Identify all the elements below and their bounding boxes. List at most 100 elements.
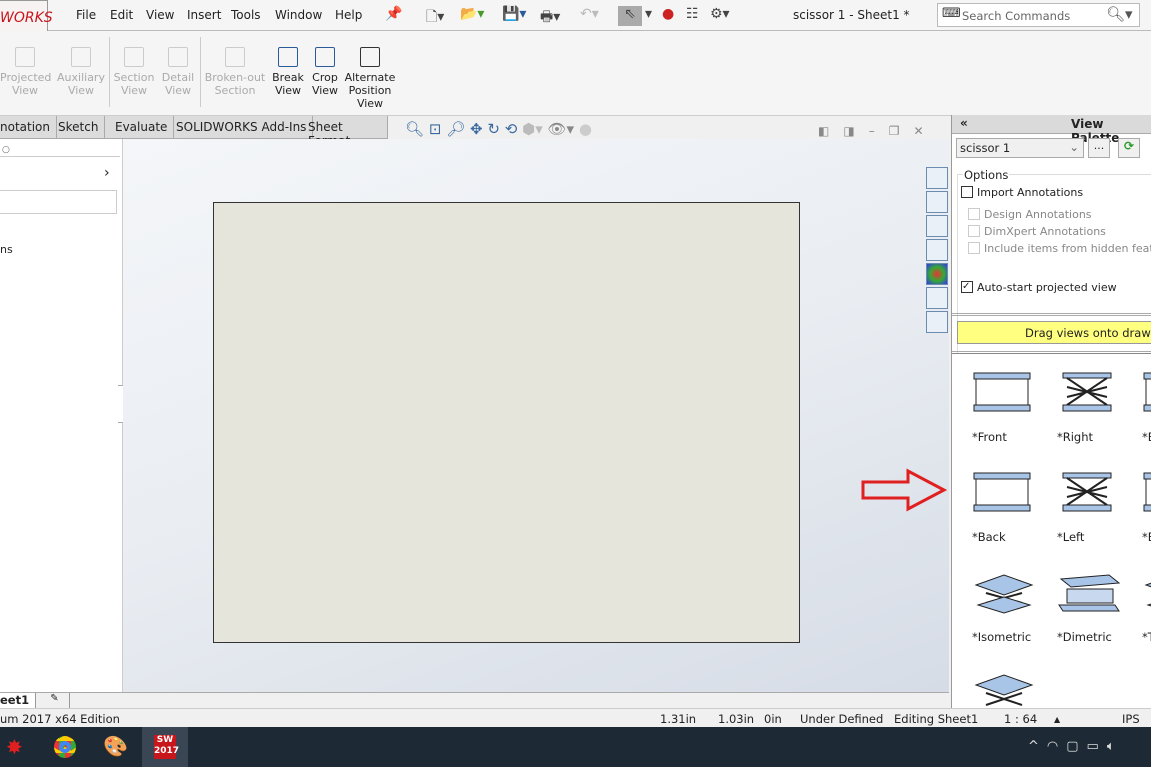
appearances-icon[interactable] [926,263,948,285]
design-annotations-checkbox[interactable] [968,208,980,220]
view-thumbnail[interactable]: *Back [964,467,1044,544]
search-icon[interactable]: 🔍︎▾ [1106,5,1133,23]
splitter[interactable] [952,351,1151,354]
solidworks-logo[interactable]: WORKS [0,0,53,32]
alternate-position-icon [360,47,380,67]
chrome-icon[interactable] [54,736,76,758]
save-icon[interactable]: 💾▾ [502,6,526,26]
undo-icon[interactable]: ↶▾ [580,6,599,26]
menu-tools[interactable]: Tools [231,8,261,22]
chevron-down-icon[interactable]: ▾ [645,6,652,26]
auto-start-checkbox[interactable]: ✓ [961,281,973,293]
minimize-icon[interactable]: – [869,124,889,138]
menu-file[interactable]: File [76,8,96,22]
rebuild-icon[interactable]: ● [662,6,674,26]
taskbar-solidworks[interactable]: SW 2017 [142,727,188,767]
menu-view[interactable]: View [146,8,174,22]
paint-icon[interactable]: 🎨 [103,734,128,758]
alternate-position-view-button[interactable]: Alternate Position View [344,47,396,110]
appearance-icon[interactable]: ● [579,120,592,138]
model-select[interactable]: scissor 1 ⌄ [956,138,1084,158]
crop-view-button[interactable]: Crop View [308,47,342,97]
view-thumbnail[interactable]: *Dimetric [1049,567,1129,644]
custom-properties-icon[interactable] [926,287,948,309]
print-icon[interactable]: 🖶▾ [540,6,560,26]
restore-left-icon[interactable]: ◧ [818,124,843,138]
redraw-icon[interactable]: ⟲ [505,120,518,138]
view-label: *Right [1057,430,1094,444]
import-annotations-checkbox[interactable] [961,186,973,198]
dimxpert-annotations-checkbox[interactable] [968,225,980,237]
view-thumbnail[interactable]: *Isometric [964,567,1044,644]
volume-icon[interactable]: 🔈︎ [1107,739,1123,754]
app-red-icon[interactable]: ✸ [6,735,23,759]
menu-edit[interactable]: Edit [110,8,133,22]
collapse-icon[interactable]: « [960,116,968,130]
tab-solidworks-add-ins[interactable]: SOLIDWORKS Add-Ins [170,116,314,138]
divider [200,37,201,107]
view-palette-icon[interactable] [926,239,948,261]
zoom-in-out-icon[interactable]: 🔎︎ [446,120,465,138]
rotate-icon[interactable]: ↻ [487,120,500,138]
detail-view-button[interactable]: Detail View [158,47,198,97]
wifi-icon[interactable]: ◠ [1047,739,1066,754]
break-view-button[interactable]: Break View [270,47,306,97]
select-icon[interactable]: ⇖ [618,6,642,26]
tab-sheet-format[interactable]: Sheet Format [302,116,388,148]
chevron-up-icon[interactable]: ▲ [1054,715,1060,724]
battery-icon[interactable]: ▭ [1087,739,1107,754]
maximize-icon[interactable]: ❐ [889,124,914,138]
menu-insert[interactable]: Insert [187,8,221,22]
network-icon[interactable]: ▢ [1066,739,1086,754]
restore-right-icon[interactable]: ◨ [843,124,868,138]
sheet-tab[interactable]: eet1 [0,693,36,708]
search-input[interactable]: ⌨ Search Commands 🔍︎▾ [937,3,1140,27]
menu-window[interactable]: Window [275,8,322,22]
pan-icon[interactable]: ✥ [470,120,483,138]
browse-button[interactable]: ... [1088,138,1110,158]
system-tray: ^◠▢▭🔈︎ [1028,739,1123,754]
file-properties-icon[interactable]: ☷ [686,6,699,26]
feature-manager-panel: ○ › ns [0,139,130,692]
refresh-icon[interactable]: ⟳ [1118,138,1140,158]
projected-view-button[interactable]: Projected View [0,47,51,97]
task-pane-tabs [926,167,950,335]
design-library-icon[interactable] [926,191,948,213]
view-thumbnail[interactable]: *B [1134,367,1151,444]
palette-header: « View Palette [952,115,1151,145]
view-thumbnail[interactable]: *B [1134,467,1151,544]
hidden-features-checkbox[interactable] [968,242,980,254]
forum-icon[interactable] [926,311,948,333]
tab-sketch[interactable]: Sketch [52,116,106,138]
drawing-sheet[interactable] [213,202,800,643]
new-document-icon[interactable]: 🗋▾ [426,6,444,26]
section-view-button[interactable]: Section View [112,47,156,97]
pin-icon[interactable]: 📌 [385,6,402,26]
chevron-up-icon[interactable]: ^ [1028,739,1047,754]
view-thumbnail[interactable]: *Left [1049,467,1129,544]
close-icon[interactable]: ✕ [913,124,937,138]
view-thumbnail[interactable]: *Front [964,367,1044,444]
unit-system[interactable]: IPS [1122,712,1140,726]
filter-input[interactable] [0,190,117,214]
gear-icon[interactable]: ⚙▾ [710,6,730,26]
home-icon[interactable] [926,167,948,189]
view-thumbnail[interactable] [964,667,1044,710]
view-thumbnail[interactable]: *Tr [1134,567,1151,644]
tree-item[interactable]: ns [0,243,13,256]
menu-help[interactable]: Help [335,8,362,22]
view-orientation-icon[interactable]: ⬢▾ [522,120,543,138]
hide-show-icon[interactable]: 👁▾ [548,120,575,138]
file-explorer-icon[interactable] [926,215,948,237]
view-thumbnail[interactable]: *Right [1049,367,1129,444]
tab-annotation[interactable]: notation [0,116,57,138]
zoom-to-area-icon[interactable]: ⊡ [429,120,442,138]
tab-evaluate[interactable]: Evaluate [109,116,175,138]
auxiliary-view-button[interactable]: Auxiliary View [56,47,106,97]
chevron-right-icon[interactable]: › [104,165,110,181]
broken-out-section-button[interactable]: Broken-out Section [204,47,266,97]
open-icon[interactable]: 📂▾ [460,6,484,26]
sheet-scale[interactable]: 1 : 64 [1004,712,1037,726]
zoom-to-fit-icon[interactable]: 🔍︎ [405,120,424,138]
add-sheet-icon[interactable]: ✎ [40,693,70,708]
